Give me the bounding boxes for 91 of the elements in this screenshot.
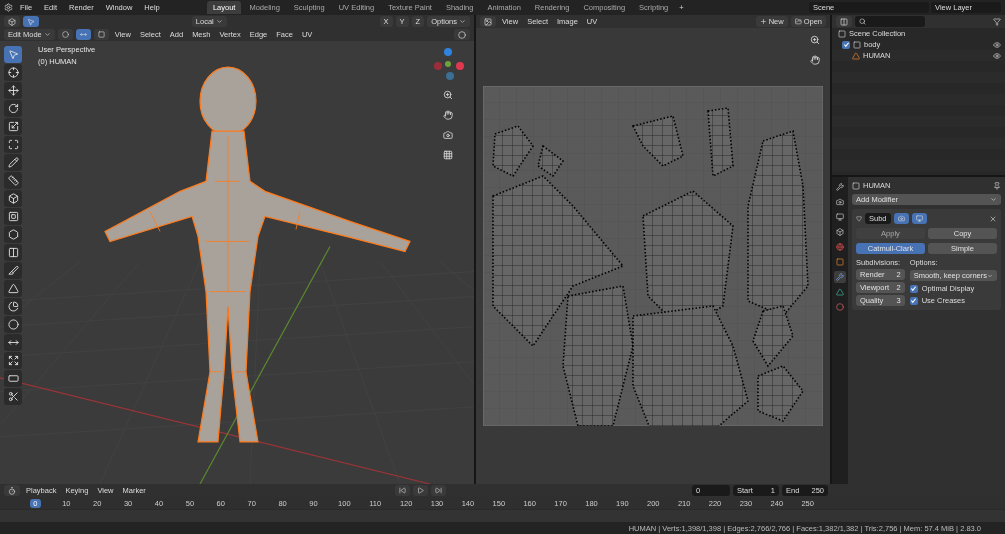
tool-button[interactable] bbox=[4, 172, 22, 189]
checkbox[interactable] bbox=[842, 40, 850, 49]
crosshair-icon bbox=[7, 67, 19, 78]
hexagon-icon bbox=[7, 229, 19, 240]
tool-icon[interactable] bbox=[834, 181, 846, 193]
tool-button[interactable] bbox=[4, 316, 22, 333]
tool-button[interactable] bbox=[4, 298, 22, 315]
triangle-icon bbox=[7, 283, 19, 294]
inset-square-icon bbox=[7, 211, 19, 222]
scissors-icon bbox=[7, 391, 19, 402]
ruler-icon bbox=[7, 175, 19, 186]
grid-icon[interactable] bbox=[441, 148, 455, 162]
output-icon[interactable] bbox=[834, 211, 846, 223]
columns-icon bbox=[7, 247, 19, 258]
scale-icon bbox=[7, 121, 19, 132]
slab-icon bbox=[7, 373, 19, 384]
close-icon[interactable] bbox=[989, 214, 997, 223]
checkbox[interactable] bbox=[909, 284, 918, 293]
tool-button[interactable] bbox=[4, 154, 22, 171]
tool-button[interactable] bbox=[4, 46, 22, 63]
cube-icon bbox=[7, 193, 19, 204]
object-icon bbox=[852, 181, 860, 190]
folder-icon bbox=[794, 18, 802, 25]
tool-button[interactable] bbox=[4, 244, 22, 261]
filter-icon[interactable] bbox=[993, 17, 1001, 26]
hand-icon[interactable] bbox=[808, 53, 822, 67]
zoom-icon[interactable] bbox=[441, 88, 455, 102]
zoom-icon[interactable] bbox=[808, 33, 822, 47]
search-icon bbox=[859, 18, 866, 25]
editor-type-button[interactable] bbox=[480, 16, 496, 27]
check-icon bbox=[842, 41, 850, 48]
chevron-down-icon bbox=[43, 31, 51, 38]
cursor-arrow-icon bbox=[7, 49, 19, 60]
edge-select-icon bbox=[79, 31, 87, 38]
tool-button[interactable] bbox=[4, 352, 22, 369]
pin-icon[interactable] bbox=[993, 181, 1001, 190]
plus-icon bbox=[759, 18, 767, 25]
expand-caret-icon[interactable] bbox=[856, 215, 862, 222]
select-tool-button[interactable] bbox=[23, 16, 39, 27]
jump-start-icon[interactable] bbox=[394, 485, 410, 496]
chevron-down-icon bbox=[990, 196, 997, 203]
tool-button[interactable] bbox=[4, 208, 22, 225]
tool-button[interactable] bbox=[4, 226, 22, 243]
monitor-toggle-icon[interactable] bbox=[911, 213, 927, 224]
display-mode-button[interactable] bbox=[836, 16, 852, 27]
play-icon[interactable] bbox=[412, 485, 428, 496]
chevron-down-icon bbox=[215, 18, 223, 25]
tool-button[interactable] bbox=[4, 190, 22, 207]
knife-icon bbox=[7, 265, 19, 276]
jump-end-icon[interactable] bbox=[430, 485, 446, 496]
eye-icon[interactable] bbox=[993, 40, 1001, 49]
tool-button[interactable] bbox=[4, 100, 22, 117]
tool-button[interactable] bbox=[4, 370, 22, 387]
face-select-icon bbox=[97, 31, 105, 38]
vertex-select-icon bbox=[61, 31, 69, 38]
camera-icon[interactable] bbox=[441, 128, 455, 142]
world-icon[interactable] bbox=[834, 241, 846, 253]
object-icon[interactable] bbox=[834, 256, 846, 268]
chevron-down-icon bbox=[459, 18, 466, 25]
search-field[interactable] bbox=[855, 16, 925, 27]
mesh-object-icon bbox=[852, 51, 860, 60]
tool-button[interactable] bbox=[4, 64, 22, 81]
tool-button[interactable] bbox=[4, 262, 22, 279]
render-icon[interactable] bbox=[834, 196, 846, 208]
sphere-icon bbox=[7, 319, 19, 330]
select-mode-button[interactable] bbox=[93, 29, 109, 40]
move-icon bbox=[7, 85, 19, 96]
transform-icon bbox=[7, 139, 19, 150]
tool-button[interactable] bbox=[4, 118, 22, 135]
hand-icon[interactable] bbox=[441, 108, 455, 122]
rotate-icon bbox=[7, 103, 19, 114]
tool-button[interactable] bbox=[4, 334, 22, 351]
tool-button[interactable] bbox=[4, 280, 22, 297]
select-mode-button[interactable] bbox=[57, 29, 73, 40]
checkbox[interactable] bbox=[909, 296, 918, 305]
editor-type-button[interactable] bbox=[4, 16, 20, 27]
mesh-data-icon[interactable] bbox=[834, 286, 846, 298]
pie-icon bbox=[7, 301, 19, 312]
scene-icon[interactable] bbox=[834, 226, 846, 238]
eye-icon[interactable] bbox=[993, 51, 1001, 60]
tool-button[interactable] bbox=[4, 82, 22, 99]
expand-icon bbox=[7, 355, 19, 366]
tool-button[interactable] bbox=[4, 388, 22, 405]
wrench-icon[interactable] bbox=[834, 271, 846, 283]
camera-toggle-icon[interactable] bbox=[893, 213, 909, 224]
slide-arrows-icon bbox=[7, 337, 19, 348]
select-mode-button[interactable] bbox=[75, 29, 91, 40]
pencil-icon bbox=[7, 157, 19, 168]
tool-button[interactable] bbox=[4, 136, 22, 153]
editor-type-button[interactable] bbox=[4, 485, 20, 496]
chevron-down-icon bbox=[987, 272, 993, 279]
